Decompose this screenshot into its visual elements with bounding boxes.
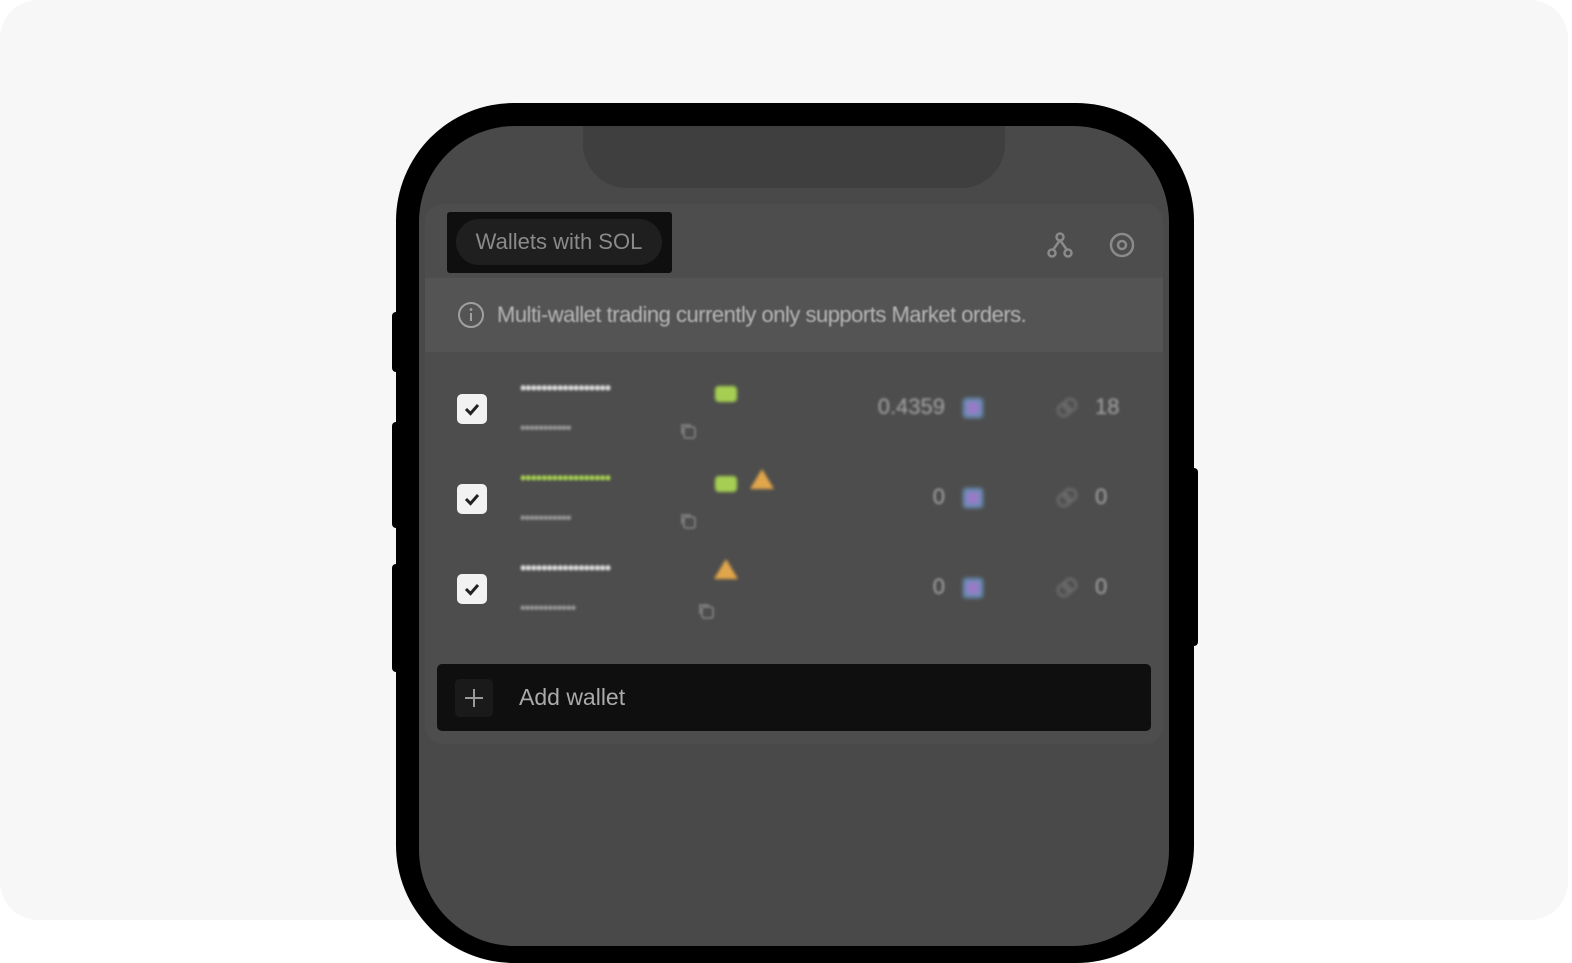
warning-icon [714, 559, 738, 579]
phone-screen: Wallets with SOL Multi-wallet trading cu… [419, 126, 1169, 946]
wallet-row[interactable]: ••••••••••••••••• •••••••••••• 0 0 [425, 552, 1163, 642]
fork-icon[interactable] [1045, 230, 1075, 260]
checkmark-icon [464, 404, 480, 416]
plus-icon-box [455, 678, 493, 717]
wallet-panel: Wallets with SOL Multi-wallet trading cu… [425, 204, 1163, 744]
sol-token-icon [963, 398, 983, 418]
wallet-count: 0 [1095, 574, 1108, 599]
sol-token-icon [963, 578, 983, 598]
checkmark-icon [464, 494, 480, 506]
wallet-balance: 0 [932, 484, 945, 509]
wallet-address: •••••••••••• [520, 600, 576, 617]
green-tag-icon [715, 476, 737, 492]
wallet-checkbox[interactable] [457, 484, 487, 514]
filter-highlight: Wallets with SOL [447, 212, 672, 273]
wallet-count: 0 [1095, 484, 1108, 509]
info-icon [458, 302, 484, 328]
plus-icon [465, 688, 483, 707]
wallet-checkbox[interactable] [457, 574, 487, 604]
wallet-list: ••••••••••••••••• ••••••••••• 0.4359 18 … [425, 372, 1163, 642]
wallet-count: 18 [1095, 394, 1120, 419]
link-icon [1056, 397, 1078, 418]
checkmark-icon [464, 584, 480, 596]
wallet-balance: 0 [932, 574, 945, 599]
wallet-checkbox[interactable] [457, 394, 487, 424]
wallet-balance: 0.4359 [877, 394, 945, 419]
wallet-row[interactable]: ••••••••••••••••• ••••••••••• 0 0 [425, 462, 1163, 552]
link-icon [1056, 577, 1078, 598]
green-tag-icon [715, 386, 737, 402]
copy-icon[interactable] [679, 512, 697, 530]
phone-notch [583, 126, 1005, 188]
wallet-address: ••••••••••• [520, 420, 572, 437]
add-wallet-label: Add wallet [519, 684, 626, 710]
wallet-name: ••••••••••••••••• [520, 378, 611, 398]
wallet-name: ••••••••••••••••• [520, 558, 611, 578]
wallet-address: ••••••••••• [520, 510, 572, 527]
info-text: Multi-wallet trading currently only supp… [497, 302, 1027, 327]
info-banner: Multi-wallet trading currently only supp… [425, 278, 1163, 352]
add-wallet-button[interactable]: Add wallet [437, 664, 1151, 731]
wallet-row[interactable]: ••••••••••••••••• ••••••••••• 0.4359 18 [425, 372, 1163, 462]
wallet-name: ••••••••••••••••• [520, 468, 611, 488]
copy-icon[interactable] [697, 602, 715, 620]
wallet-filter-chip[interactable]: Wallets with SOL [456, 219, 662, 265]
settings-icon[interactable] [1107, 230, 1137, 260]
sol-token-icon [963, 488, 983, 508]
link-icon [1056, 487, 1078, 508]
copy-icon[interactable] [679, 422, 697, 440]
panel-header: Wallets with SOL [425, 204, 1163, 278]
warning-icon [750, 469, 774, 489]
